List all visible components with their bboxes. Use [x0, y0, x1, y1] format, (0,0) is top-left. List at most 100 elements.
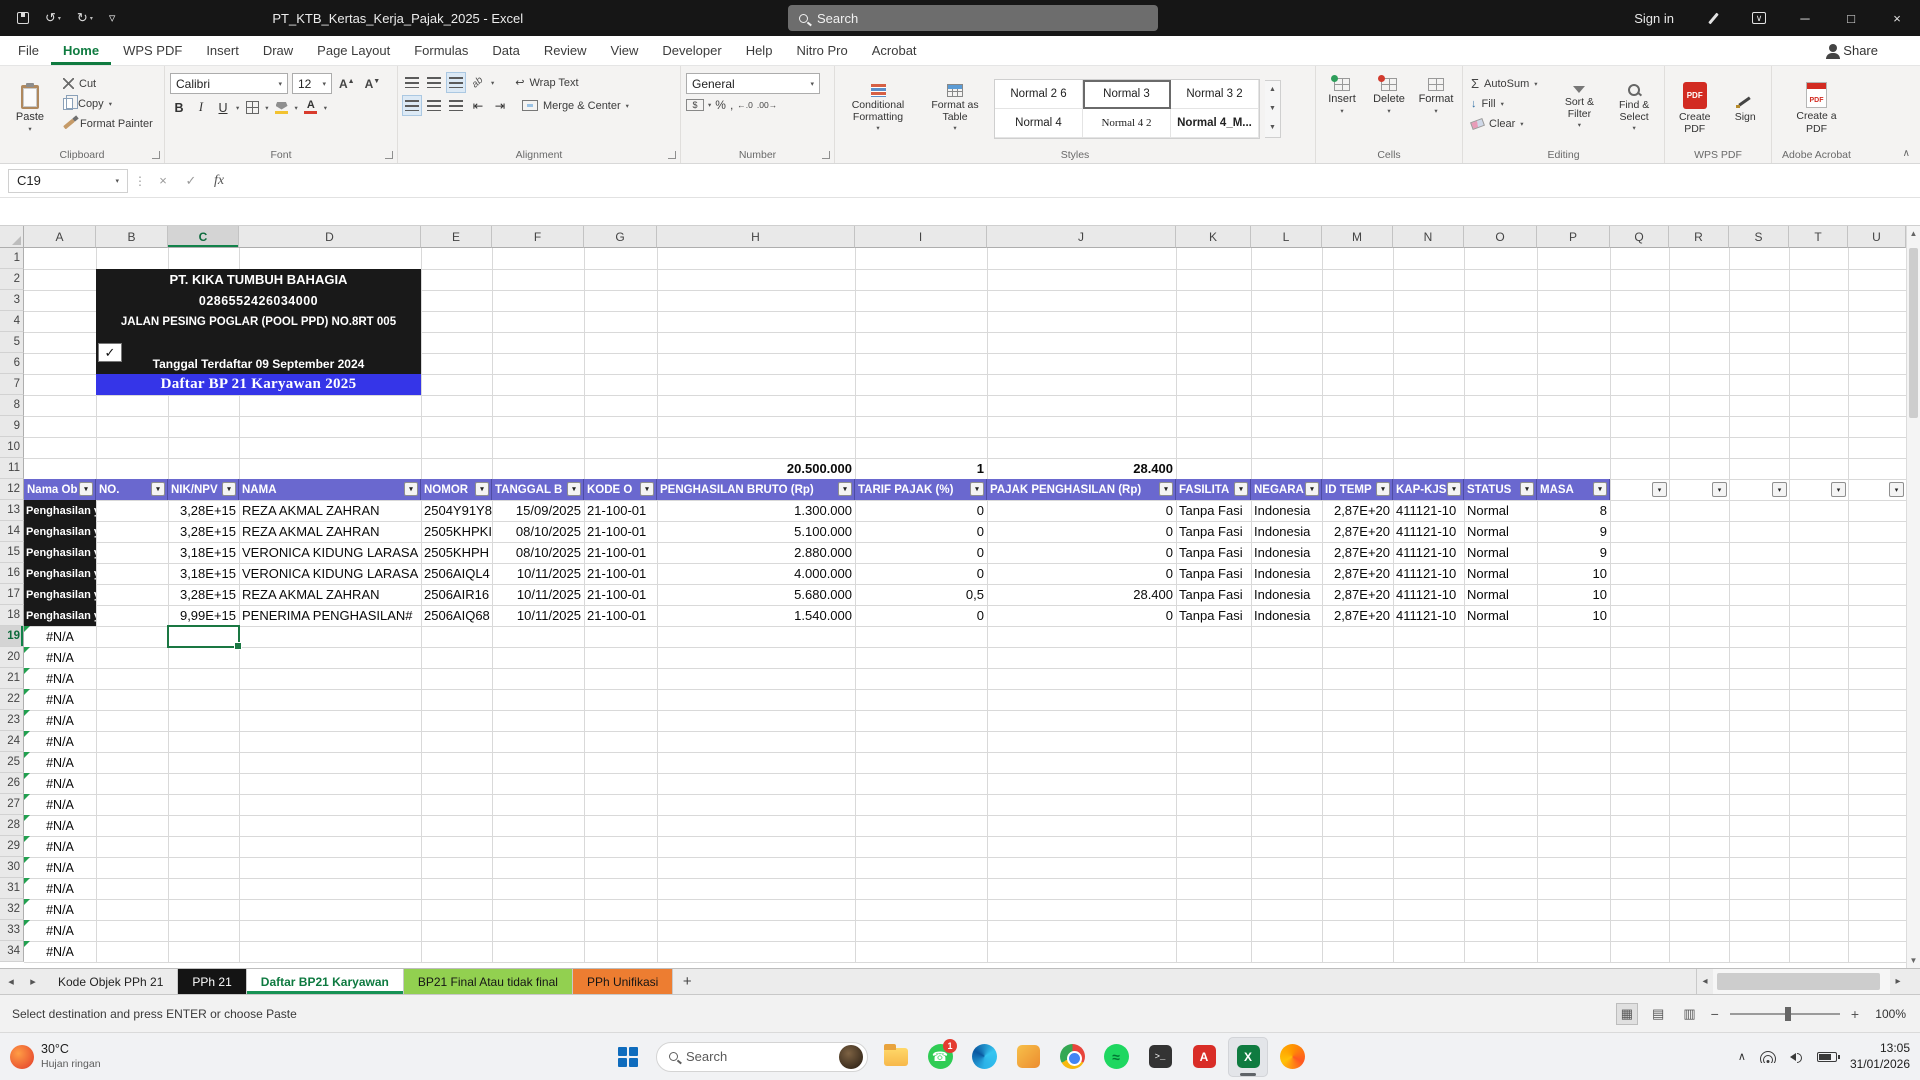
decrease-font-icon[interactable]: A▼ [362, 77, 384, 91]
cell-L16[interactable]: Indonesia [1251, 563, 1322, 584]
cell-N17[interactable]: 411121-10 [1393, 584, 1464, 605]
formula-input[interactable] [236, 169, 1920, 193]
scroll-up-icon[interactable]: ▲ [1907, 229, 1920, 238]
cell-N16[interactable]: 411121-10 [1393, 563, 1464, 584]
cut-button[interactable]: Cut [60, 74, 156, 93]
row-header-6[interactable]: 6 [0, 353, 24, 374]
column-header-L[interactable]: L [1251, 226, 1322, 248]
redo-dropdown-icon[interactable]: ▾ [90, 15, 93, 22]
increase-font-icon[interactable]: A▲ [336, 77, 358, 91]
cell-M18[interactable]: 2,87E+20 [1322, 605, 1393, 626]
number-dialog-launcher[interactable] [822, 151, 830, 159]
filter-button-P[interactable]: ▾ [1593, 482, 1607, 496]
tab-file[interactable]: File [6, 36, 51, 65]
cell-A13[interactable]: Penghasilan yang diter [24, 500, 96, 521]
italic-button[interactable]: I [192, 98, 210, 117]
cell-A20[interactable]: #N/A [24, 647, 96, 668]
cell-A19[interactable]: #N/A [24, 626, 96, 647]
column-header-F[interactable]: F [492, 226, 584, 248]
vertical-scrollbar[interactable]: ▲▼ [1906, 226, 1920, 968]
align-right-button[interactable] [447, 96, 465, 115]
cell-F15[interactable]: 08/10/2025 [492, 542, 584, 563]
filter-header-A[interactable]: Nama Ob▾ [24, 479, 96, 500]
filter-button-H[interactable]: ▾ [838, 482, 852, 496]
wps-create-pdf-button[interactable]: PDF Create PDF [1670, 70, 1719, 147]
cell-J17[interactable]: 28.400 [987, 584, 1176, 605]
cell-E15[interactable]: 2505KHPH [421, 542, 492, 563]
align-center-button[interactable] [425, 96, 443, 115]
scroll-down-icon[interactable]: ▼ [1907, 956, 1920, 965]
align-left-button[interactable] [403, 96, 421, 115]
wifi-icon[interactable] [1759, 1051, 1777, 1063]
cell-A26[interactable]: #N/A [24, 773, 96, 794]
cell-L13[interactable]: Indonesia [1251, 500, 1322, 521]
gallery-scroll-down-icon[interactable]: ▼ [1265, 99, 1280, 118]
redo-button[interactable]: ↻▾ [70, 4, 100, 32]
cell-L18[interactable]: Indonesia [1251, 605, 1322, 626]
cell-E14[interactable]: 2505KHPKI [421, 521, 492, 542]
cell-style-item[interactable]: Normal 2 6 [995, 80, 1083, 109]
cell-J18[interactable]: 0 [987, 605, 1176, 626]
row-header-17[interactable]: 17 [0, 584, 24, 605]
tab-wps-pdf[interactable]: WPS PDF [111, 36, 194, 65]
cell-F16[interactable]: 10/11/2025 [492, 563, 584, 584]
comma-style-icon[interactable]: , [730, 98, 733, 112]
tab-insert[interactable]: Insert [194, 36, 251, 65]
cell-C17[interactable]: 3,28E+15 [168, 584, 239, 605]
terminal-button[interactable]: >_ [1140, 1037, 1180, 1077]
adobe-button[interactable]: A [1184, 1037, 1224, 1077]
column-header-D[interactable]: D [239, 226, 421, 248]
start-button[interactable] [608, 1037, 648, 1077]
cell-K15[interactable]: Tanpa Fasi [1176, 542, 1251, 563]
cell-H14[interactable]: 5.100.000 [657, 521, 855, 542]
row-header-7[interactable]: 7 [0, 374, 24, 395]
format-cells-button[interactable]: Format▾ [1415, 70, 1457, 147]
tab-draw[interactable]: Draw [251, 36, 305, 65]
cell-A22[interactable]: #N/A [24, 689, 96, 710]
cell-G14[interactable]: 21-100-01 [584, 521, 657, 542]
column-header-M[interactable]: M [1322, 226, 1393, 248]
cell-K18[interactable]: Tanpa Fasi [1176, 605, 1251, 626]
row-header-31[interactable]: 31 [0, 878, 24, 899]
tab-view[interactable]: View [598, 36, 650, 65]
hidden-icons-chevron[interactable]: ∧ [1738, 1050, 1746, 1063]
new-sheet-button[interactable]: + [673, 969, 701, 994]
cell-K14[interactable]: Tanpa Fasi [1176, 521, 1251, 542]
cell-C14[interactable]: 3,28E+15 [168, 521, 239, 542]
row-header-5[interactable]: 5 [0, 332, 24, 353]
tab-home[interactable]: Home [51, 36, 111, 65]
row-header-27[interactable]: 27 [0, 794, 24, 815]
cell-D15[interactable]: VERONICA KIDUNG LARASA [239, 542, 421, 563]
cell-J15[interactable]: 0 [987, 542, 1176, 563]
filter-button-B[interactable]: ▾ [151, 482, 165, 496]
copy-button[interactable]: Copy▾ [60, 94, 156, 113]
cell-G15[interactable]: 21-100-01 [584, 542, 657, 563]
cell-D16[interactable]: VERONICA KIDUNG LARASA [239, 563, 421, 584]
tab-page-layout[interactable]: Page Layout [305, 36, 402, 65]
cell-J14[interactable]: 0 [987, 521, 1176, 542]
cell-style-item[interactable]: Normal 4 2 [1083, 109, 1171, 138]
increase-decimal-icon[interactable]: ←.0 [737, 100, 753, 110]
sheet-tab-kode-objek-pph21[interactable]: Kode Objek PPh 21 [44, 969, 178, 994]
filter-header-D[interactable]: NAMA▾ [239, 479, 421, 500]
cell-D14[interactable]: REZA AKMAL ZAHRAN [239, 521, 421, 542]
zoom-slider-thumb[interactable] [1785, 1007, 1791, 1021]
conditional-formatting-button[interactable]: Conditional Formatting ▾ [840, 70, 916, 147]
sign-in-button[interactable]: Sign in [1618, 11, 1690, 26]
filter-button-R[interactable]: ▾ [1712, 482, 1727, 497]
paste-button[interactable]: Paste ▾ [5, 70, 55, 147]
select-all-corner[interactable] [0, 226, 24, 248]
share-button[interactable]: Share [1829, 36, 1878, 65]
cell-A34[interactable]: #N/A [24, 941, 96, 962]
maximize-button[interactable]: □ [1828, 0, 1874, 36]
delete-cells-button[interactable]: Delete▾ [1368, 70, 1410, 147]
page-layout-view-button[interactable]: ▤ [1648, 1004, 1668, 1024]
cell-A15[interactable]: Penghasilan yang diter [24, 542, 96, 563]
cell-A16[interactable]: Penghasilan yang diter [24, 563, 96, 584]
zoom-out-button[interactable]: − [1711, 1006, 1719, 1022]
cell-A33[interactable]: #N/A [24, 920, 96, 941]
enter-button[interactable]: ✓ [180, 173, 202, 189]
column-header-B[interactable]: B [96, 226, 168, 248]
tab-review[interactable]: Review [532, 36, 599, 65]
cell-L17[interactable]: Indonesia [1251, 584, 1322, 605]
